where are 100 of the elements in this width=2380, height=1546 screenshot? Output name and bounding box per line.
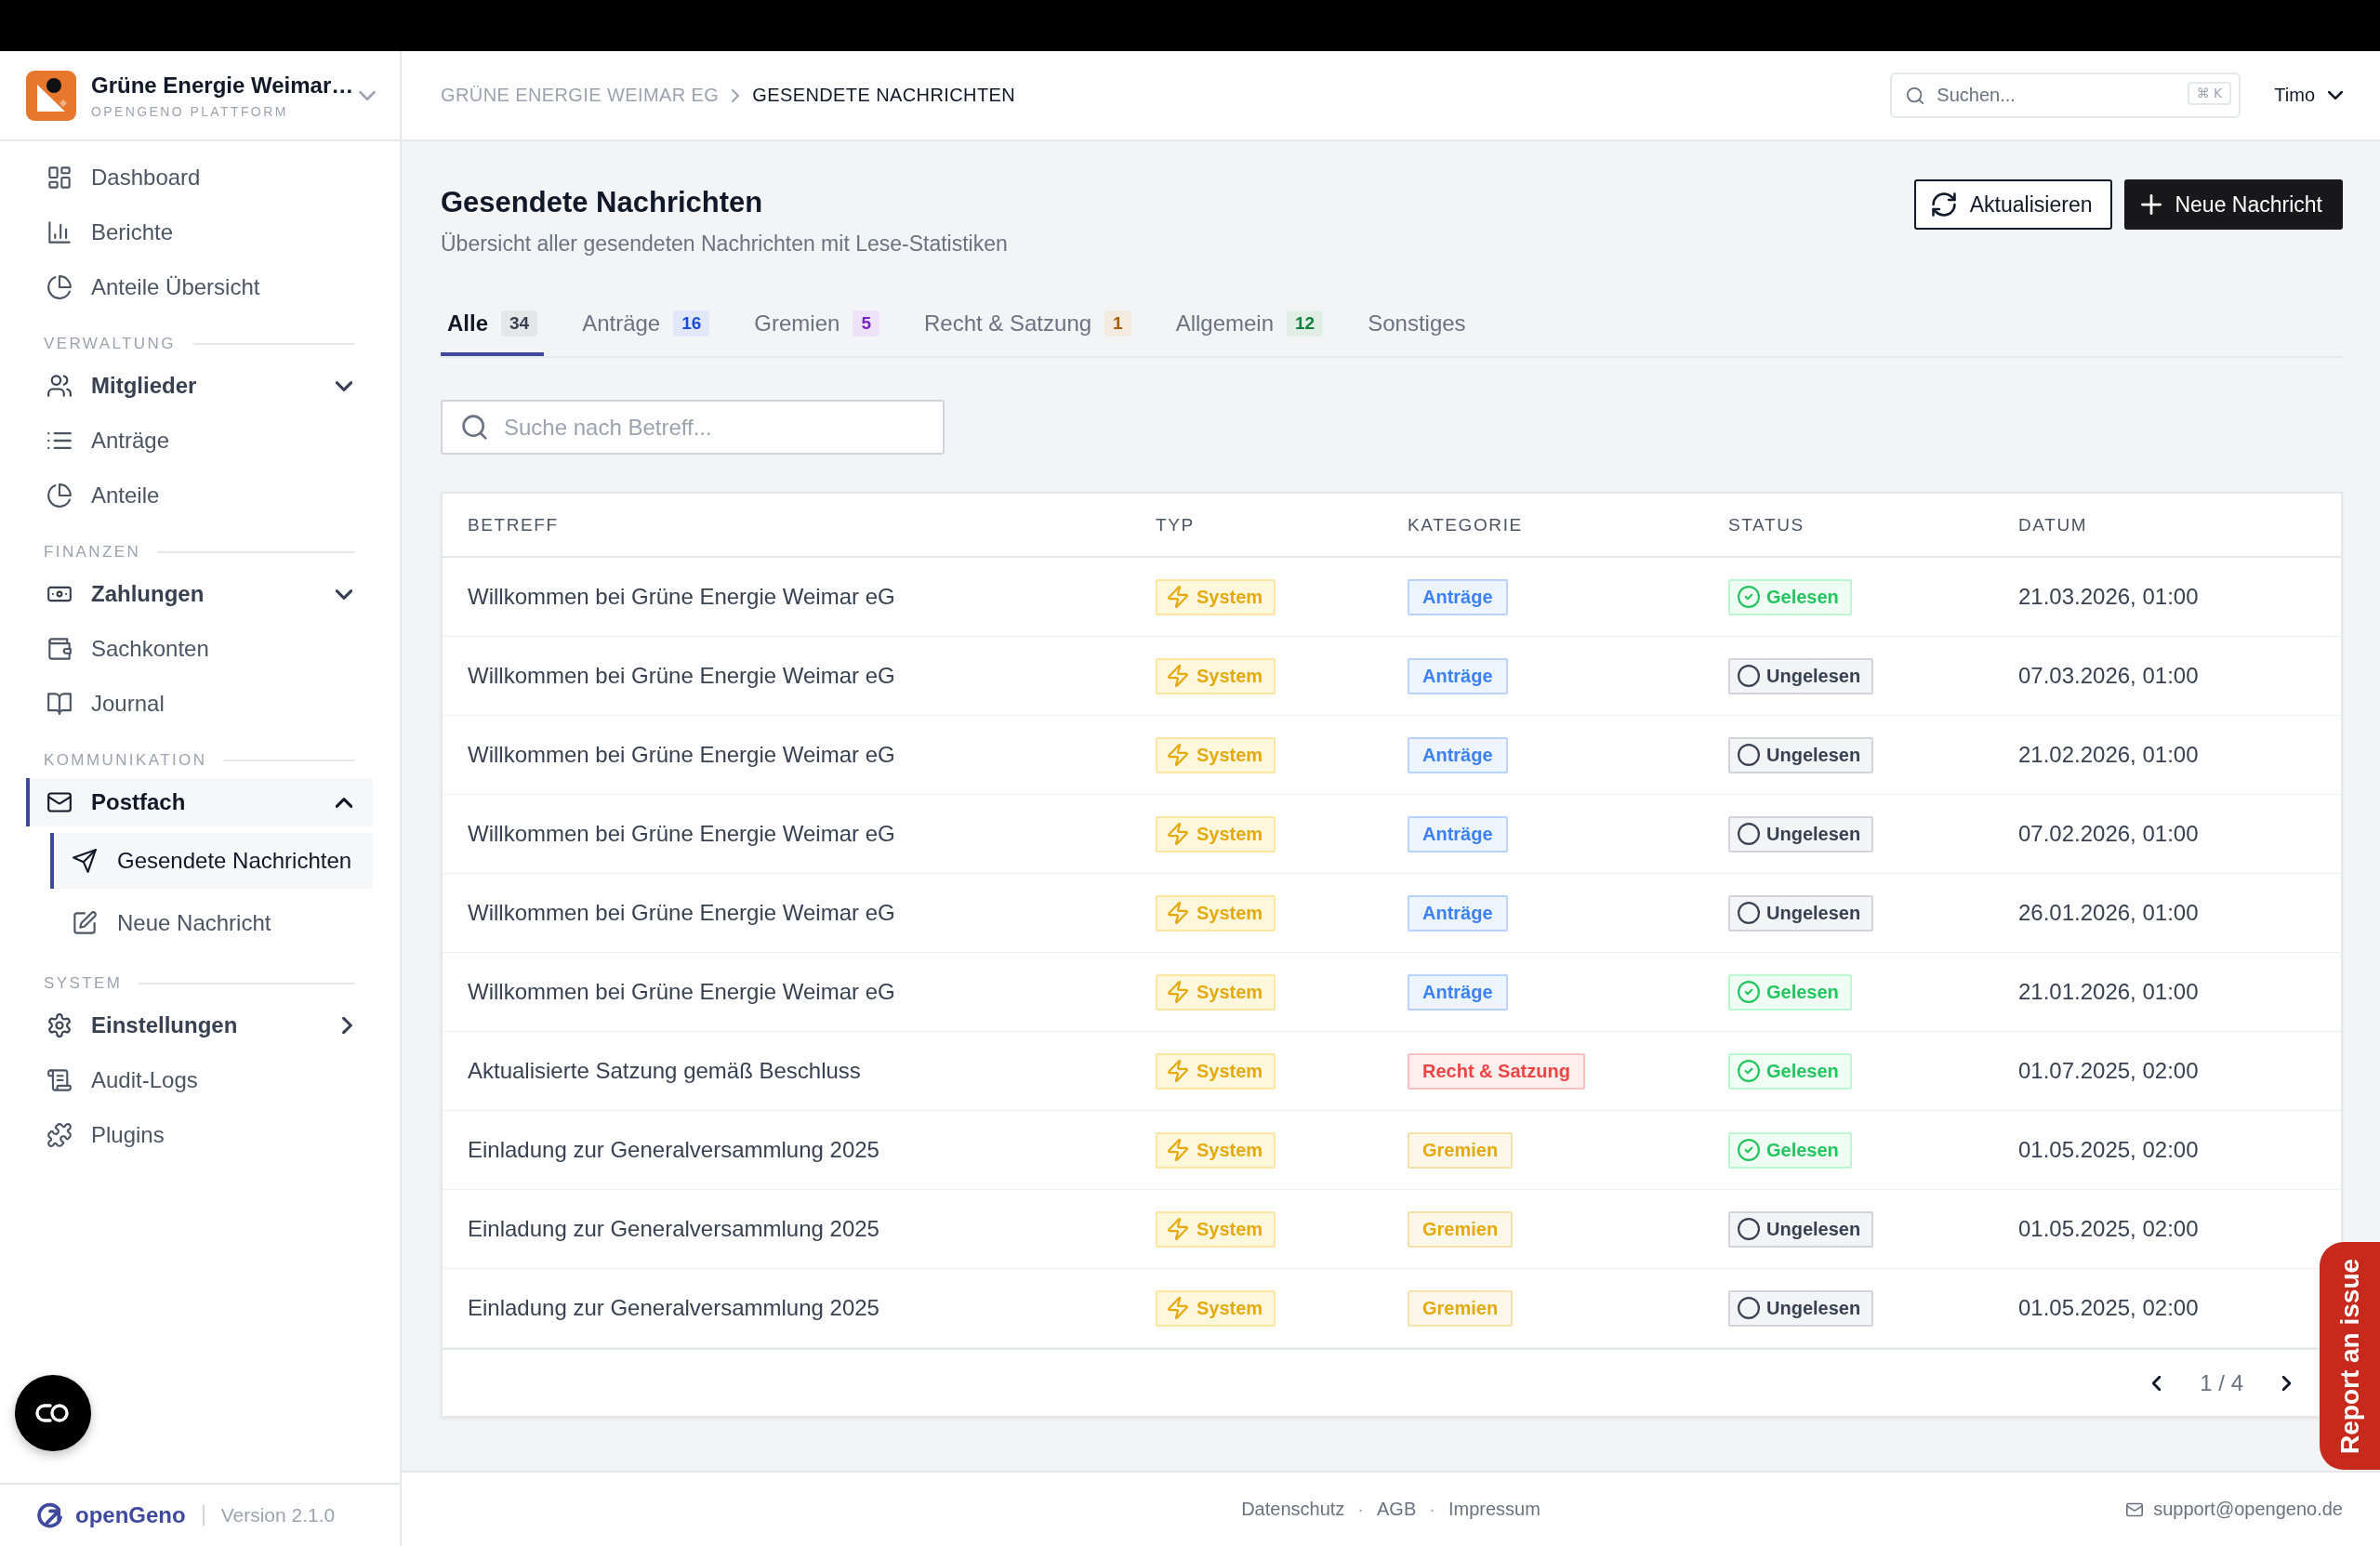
status-badge: Ungelesen: [1728, 736, 1874, 773]
type-badge: System: [1156, 815, 1276, 852]
circle-icon: [1738, 1218, 1760, 1240]
grid-icon: [47, 165, 72, 190]
version-label: Version 2.1.0: [220, 1504, 336, 1526]
status-badge: Gelesen: [1728, 578, 1852, 615]
category-badge: Anträge: [1408, 578, 1508, 615]
circle-icon: [1738, 902, 1760, 924]
pie-chart-icon: [47, 275, 72, 299]
sidebar-item[interactable]: Berichte: [26, 208, 373, 257]
table-cell: 01.07.2025, 02:00: [2018, 1058, 2199, 1084]
status-badge: Gelesen: [1728, 973, 1852, 1011]
table-cell: Willkommen bei Grüne Energie Weimar eG: [468, 663, 895, 689]
separator: ·: [1429, 1499, 1435, 1520]
refresh-icon: [1930, 192, 1957, 218]
sidebar-item[interactable]: Postfach: [26, 778, 373, 826]
sidebar-item[interactable]: Gesendete Nachrichten: [50, 833, 373, 889]
status-badge: Ungelesen: [1728, 1289, 1874, 1327]
toggle-icon: [34, 1403, 72, 1423]
chevron-right-icon: [732, 88, 740, 102]
scroll-icon: [47, 1068, 72, 1092]
check-circle-icon: [1738, 981, 1760, 1003]
section-label: SYSTEM: [44, 974, 123, 993]
section-label: KOMMUNIKATION: [44, 751, 207, 770]
pie-chart-icon: [47, 483, 72, 508]
sidebar-item[interactable]: Zahlungen: [26, 570, 373, 618]
lightning-icon: [1167, 1297, 1189, 1319]
email-link[interactable]: support@opengeno.de: [2125, 1499, 2343, 1520]
page-title: Gesendete Nachrichten: [441, 185, 763, 219]
category-badge: Anträge: [1408, 894, 1508, 932]
table-cell: 21.02.2026, 01:00: [2018, 742, 2199, 768]
brand-name: openGeno: [75, 1502, 186, 1528]
table-cell: Einladung zur Generalversammlung 2025: [468, 1295, 879, 1321]
type-badge: System: [1156, 973, 1276, 1011]
tab[interactable]: Sonstiges: [1361, 297, 1473, 356]
tab[interactable]: Gremien 5: [747, 297, 886, 356]
chevron-down-icon: [2328, 91, 2343, 99]
table-cell: Willkommen bei Grüne Energie Weimar eG: [468, 979, 895, 1005]
footer-link[interactable]: AGB: [1377, 1499, 1417, 1520]
mail-icon: [2125, 1500, 2145, 1518]
sidebar-item[interactable]: Audit-Logs: [26, 1056, 373, 1104]
table-cell: Willkommen bei Grüne Energie Weimar eG: [468, 584, 895, 610]
table-cell: Einladung zur Generalversammlung 2025: [468, 1216, 879, 1242]
status-badge: Ungelesen: [1728, 815, 1874, 852]
breadcrumb-current: GESENDETE NACHRICHTEN: [752, 85, 1016, 106]
category-badge: Recht & Satzung: [1408, 1052, 1585, 1090]
sidebar-item[interactable]: Sachkonten: [26, 625, 373, 673]
tab[interactable]: Allgemein 12: [1169, 297, 1330, 356]
section-label: VERWALTUNG: [44, 335, 176, 353]
organization-subtitle: OPENGENO PLATTFORM: [91, 103, 288, 119]
sidebar-item[interactable]: Anteile Übersicht: [26, 263, 373, 311]
sidebar-item[interactable]: Neue Nachricht: [50, 895, 373, 951]
new-message-button[interactable]: Neue Nachricht: [2124, 179, 2343, 230]
search-field[interactable]: Suche nach Betreff...: [441, 400, 945, 455]
sidebar-item[interactable]: Dashboard: [26, 153, 373, 202]
tab[interactable]: Anträge 16: [575, 297, 717, 356]
search-icon: [461, 414, 488, 441]
count-badge: 1: [1104, 311, 1131, 337]
sidebar-item[interactable]: Journal: [26, 680, 373, 728]
category-badge: Gremien: [1408, 1210, 1514, 1248]
lightning-icon: [1167, 1218, 1189, 1240]
type-badge: System: [1156, 1131, 1276, 1169]
lightning-icon: [1167, 744, 1189, 766]
page-subtitle: Übersicht aller gesendeten Nachrichten mit Lese-Statistiken: [441, 231, 1008, 257]
circle-icon: [1738, 823, 1760, 845]
table-cell: Willkommen bei Grüne Energie Weimar eG: [468, 900, 895, 926]
report-issue-button[interactable]: Report an issue: [2320, 1242, 2380, 1470]
lightning-icon: [1167, 1060, 1189, 1082]
table-cell: Willkommen bei Grüne Energie Weimar eG: [468, 821, 895, 847]
chevron-right-icon: [2282, 1375, 2291, 1391]
status-badge: Gelesen: [1728, 1131, 1852, 1169]
count-badge: 5: [853, 311, 879, 337]
sidebar-item[interactable]: Mitglieder: [26, 362, 373, 410]
sidebar-item[interactable]: Einstellungen: [26, 1001, 373, 1050]
footer-link[interactable]: Impressum: [1448, 1499, 1540, 1520]
category-badge: Anträge: [1408, 736, 1508, 773]
user-menu-button[interactable]: Timo: [2274, 81, 2343, 110]
status-badge: Ungelesen: [1728, 1210, 1874, 1248]
category-badge: Anträge: [1408, 973, 1508, 1011]
mail-icon: [47, 790, 72, 814]
count-badge: 12: [1287, 311, 1324, 337]
tab[interactable]: Alle 34: [441, 297, 545, 356]
refresh-button[interactable]: Aktualisieren: [1913, 179, 2113, 230]
lightning-icon: [1167, 586, 1189, 608]
status-badge: Ungelesen: [1728, 894, 1874, 932]
lightning-icon: [1167, 902, 1189, 924]
type-badge: System: [1156, 1289, 1276, 1327]
footer-link[interactable]: Datenschutz: [1241, 1499, 1345, 1520]
sidebar-item[interactable]: Plugins: [26, 1111, 373, 1159]
check-circle-icon: [1738, 586, 1760, 608]
status-badge: Ungelesen: [1728, 657, 1874, 694]
brand-logo-icon: [36, 1502, 64, 1528]
tab[interactable]: Recht & Satzung 1: [917, 297, 1138, 356]
pencil-square-icon: [73, 911, 97, 935]
sidebar-item[interactable]: Anteile: [26, 471, 373, 520]
column-header: TYP: [1156, 514, 1195, 535]
type-badge: System: [1156, 736, 1276, 773]
sidebar-item[interactable]: Anträge: [26, 416, 373, 465]
column-header: STATUS: [1728, 514, 1805, 535]
type-badge: System: [1156, 894, 1276, 932]
